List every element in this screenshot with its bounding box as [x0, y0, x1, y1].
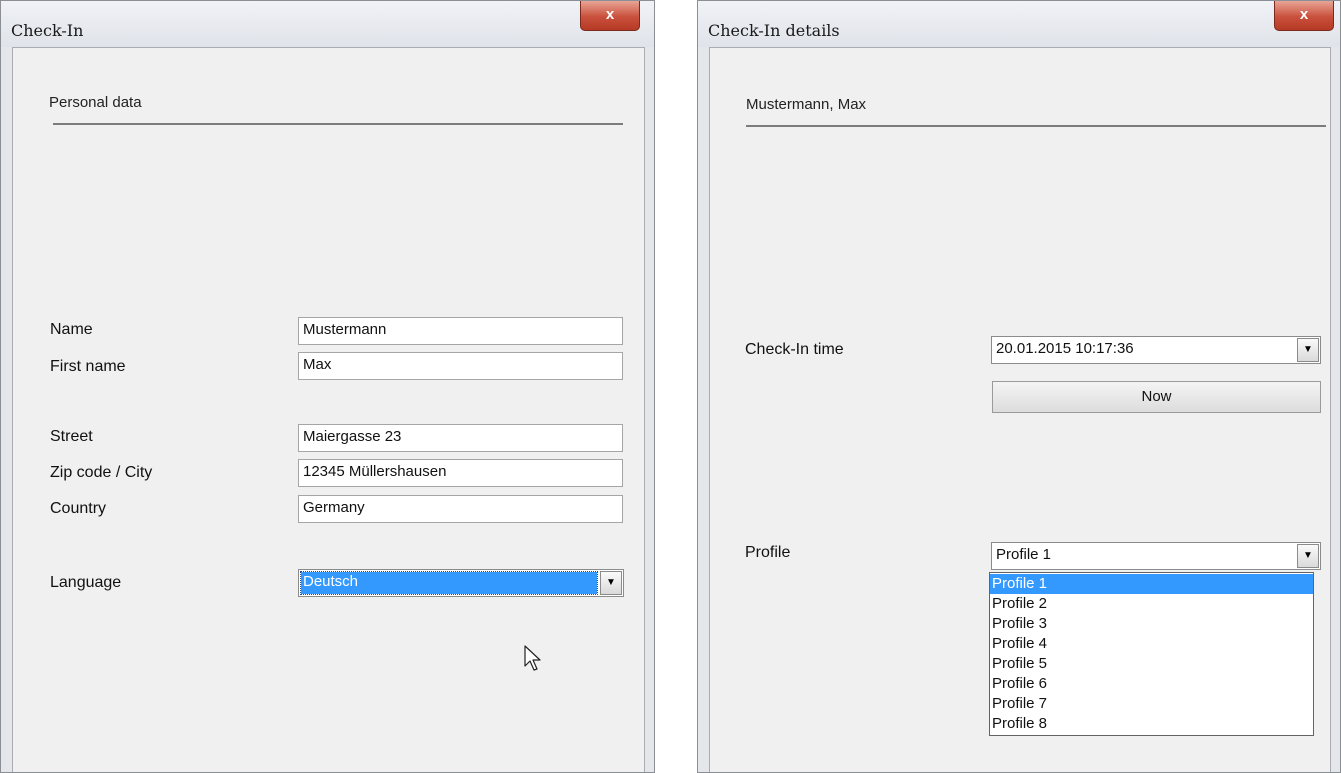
- mouse-cursor-icon: [524, 645, 541, 671]
- section-divider: [746, 125, 1326, 127]
- country-field[interactable]: Germany: [298, 495, 623, 523]
- close-button[interactable]: x: [580, 1, 640, 31]
- first-name-label: First name: [50, 358, 126, 375]
- profile-option-8[interactable]: Profile 8: [990, 714, 1313, 734]
- section-title-personal-data: Personal data: [49, 94, 142, 111]
- section-title-guest-name: Mustermann, Max: [746, 96, 867, 113]
- now-button[interactable]: Now: [992, 381, 1321, 413]
- checkin-window: Check-In x Personal data Name Mustermann…: [0, 0, 655, 773]
- checkin-time-picker[interactable]: 20.01.2015 10:17:36 ▼: [991, 336, 1321, 364]
- checkin-titlebar[interactable]: Check-In x: [1, 1, 654, 47]
- profile-option-7[interactable]: Profile 7: [990, 694, 1313, 714]
- chevron-down-icon[interactable]: ▼: [1297, 338, 1319, 362]
- chevron-down-icon[interactable]: ▼: [1297, 544, 1319, 568]
- profile-option-4[interactable]: Profile 4: [990, 634, 1313, 654]
- profile-dropdown-list: Profile 1 Profile 2 Profile 3 Profile 4 …: [989, 572, 1314, 736]
- window-title: Check-In: [11, 21, 84, 40]
- chevron-down-icon[interactable]: ▼: [600, 571, 622, 595]
- profile-label: Profile: [745, 544, 791, 561]
- language-label: Language: [50, 574, 122, 591]
- street-label: Street: [50, 428, 93, 445]
- profile-option-5[interactable]: Profile 5: [990, 654, 1313, 674]
- name-label: Name: [50, 321, 93, 338]
- country-label: Country: [50, 500, 107, 517]
- section-divider: [53, 123, 623, 125]
- profile-option-3[interactable]: Profile 3: [990, 614, 1313, 634]
- first-name-field[interactable]: Max: [298, 352, 623, 380]
- checkin-time-label: Check-In time: [745, 341, 844, 358]
- language-select-value: Deutsch: [300, 571, 598, 595]
- checkin-details-titlebar[interactable]: Check-In details x: [698, 1, 1340, 47]
- street-field[interactable]: Maiergasse 23: [298, 424, 623, 452]
- name-field[interactable]: Mustermann: [298, 317, 623, 345]
- profile-select[interactable]: Profile 1 ▼: [991, 542, 1321, 570]
- window-title: Check-In details: [708, 21, 840, 40]
- language-select[interactable]: Deutsch ▼: [298, 569, 624, 597]
- close-button[interactable]: x: [1274, 1, 1334, 31]
- profile-option-1[interactable]: Profile 1: [990, 574, 1313, 594]
- checkin-time-value: 20.01.2015 10:17:36: [996, 340, 1134, 357]
- checkin-client-area: Personal data Name Mustermann First name…: [12, 47, 645, 772]
- profile-option-6[interactable]: Profile 6: [990, 674, 1313, 694]
- zip-city-label: Zip code / City: [50, 464, 153, 481]
- profile-select-value: Profile 1: [996, 546, 1052, 563]
- profile-option-2[interactable]: Profile 2: [990, 594, 1313, 614]
- zip-city-field[interactable]: 12345 Müllershausen: [298, 459, 623, 487]
